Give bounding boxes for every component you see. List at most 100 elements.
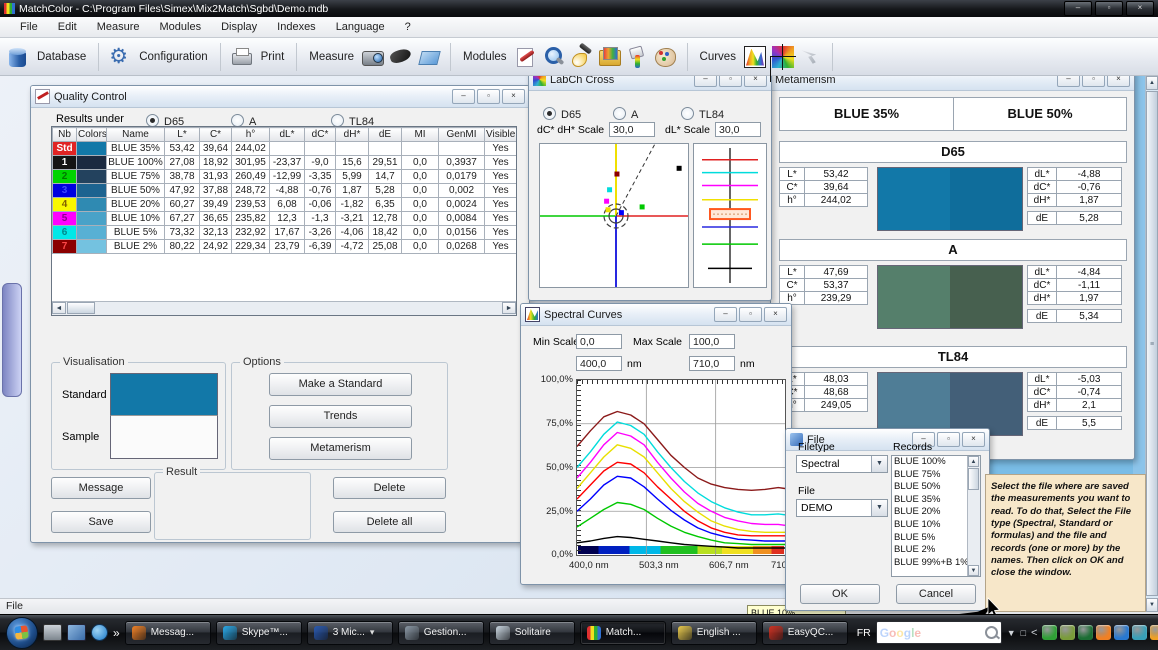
- calibration-panel-icon[interactable]: [417, 45, 441, 69]
- row-number[interactable]: 6: [53, 226, 77, 240]
- search-icon[interactable]: [542, 45, 566, 69]
- menu-file[interactable]: File: [10, 19, 48, 35]
- column-header[interactable]: Name: [107, 128, 165, 142]
- database-button[interactable]: Database: [37, 51, 86, 63]
- column-header[interactable]: h°: [232, 128, 270, 142]
- close-button[interactable]: ×: [502, 89, 525, 104]
- menu-modules[interactable]: Modules: [150, 19, 212, 35]
- radio-d65[interactable]: D65: [543, 105, 581, 123]
- side-panel-handle[interactable]: [2, 283, 22, 397]
- cursor-arrow-icon[interactable]: [799, 45, 823, 69]
- scroll-left-button[interactable]: ◄: [52, 302, 66, 314]
- menu-display[interactable]: Display: [211, 19, 267, 35]
- palette-icon[interactable]: [654, 45, 678, 69]
- menu-language[interactable]: Language: [326, 19, 395, 35]
- tray-shield-icon[interactable]: [1150, 625, 1158, 640]
- column-header[interactable]: C*: [200, 128, 232, 142]
- taskbar-button-skype[interactable]: Skype™...: [216, 621, 302, 645]
- labch-plot[interactable]: [539, 143, 689, 288]
- table-h-scrollbar[interactable]: ◄ ►: [52, 301, 516, 315]
- column-header[interactable]: Visible: [485, 128, 517, 142]
- tray-sync-icon[interactable]: [1132, 625, 1147, 640]
- row-number[interactable]: 4: [53, 198, 77, 212]
- row-number[interactable]: 1: [53, 156, 77, 170]
- configuration-button[interactable]: Configuration: [139, 51, 207, 63]
- deskbar-window-icon[interactable]: □: [1021, 628, 1026, 638]
- language-indicator[interactable]: FR: [857, 627, 871, 639]
- table-row[interactable]: 7BLUE 2%80,2224,92229,3423,79-6,39-4,722…: [53, 240, 517, 254]
- spectral-plot[interactable]: BLUE 10% x=650,0 nm y=18%: [576, 379, 786, 556]
- chevron-down-icon[interactable]: ▼: [871, 456, 887, 472]
- tray-globe-icon[interactable]: [1078, 625, 1093, 640]
- scrollbar-thumb[interactable]: ≡: [1146, 91, 1158, 596]
- row-number[interactable]: 7: [53, 240, 77, 254]
- taskbar-button-messag[interactable]: Messag...: [125, 621, 211, 645]
- scrollbar-thumb[interactable]: [67, 302, 95, 314]
- file-select[interactable]: DEMO ▼: [796, 499, 888, 517]
- from-nm-input[interactable]: 400,0: [576, 356, 622, 371]
- tray-browser-icon[interactable]: [1114, 625, 1129, 640]
- menu-measure[interactable]: Measure: [87, 19, 150, 35]
- scroll-down-button[interactable]: ▼: [1146, 598, 1158, 612]
- mdi-vertical-scrollbar[interactable]: ▲ ≡ ▼: [1145, 76, 1158, 612]
- row-number[interactable]: Std: [53, 142, 77, 156]
- column-header[interactable]: Colors: [77, 128, 107, 142]
- taskbar-button-solitaire[interactable]: Solitaire: [489, 621, 575, 645]
- paint-pour-icon[interactable]: [626, 45, 650, 69]
- tray-leaf-icon[interactable]: [1060, 625, 1075, 640]
- table-row[interactable]: 4BLUE 20%60,2739,49239,536,08-0,06-1,826…: [53, 198, 517, 212]
- tray-grid-icon[interactable]: [1042, 625, 1057, 640]
- scroll-right-button[interactable]: ►: [502, 302, 516, 314]
- dl-scale-input[interactable]: 30,0: [715, 122, 761, 137]
- taskbar-button-easyqc[interactable]: EasyQC...: [762, 621, 848, 645]
- column-header[interactable]: dL*: [270, 128, 305, 142]
- row-number[interactable]: 3: [53, 184, 77, 198]
- row-number[interactable]: 5: [53, 212, 77, 226]
- table-row[interactable]: 1BLUE 100%27,0818,92301,95-23,37-9,015,6…: [53, 156, 517, 170]
- show-desktop-icon[interactable]: [43, 624, 62, 641]
- trends-button[interactable]: Trends: [269, 405, 412, 428]
- scroll-up-button[interactable]: ▲: [968, 456, 979, 467]
- gear-icon[interactable]: [108, 45, 132, 69]
- scrollbar-thumb[interactable]: [968, 468, 979, 490]
- ok-button[interactable]: OK: [800, 584, 880, 604]
- row-number[interactable]: 2: [53, 170, 77, 184]
- google-search-box[interactable]: Google: [876, 621, 1002, 644]
- menu-edit[interactable]: Edit: [48, 19, 87, 35]
- min-scale-input[interactable]: 0,0: [576, 334, 622, 349]
- make-standard-button[interactable]: Make a Standard: [269, 373, 412, 396]
- report-pen-icon[interactable]: [514, 45, 538, 69]
- paintbrush-icon[interactable]: [570, 45, 594, 69]
- list-scrollbar[interactable]: ▲ ▼: [967, 456, 980, 576]
- window-switcher-icon[interactable]: [67, 624, 86, 641]
- close-button[interactable]: ×: [962, 432, 985, 447]
- message-button[interactable]: Message: [51, 477, 151, 499]
- chevron-down-icon[interactable]: ▼: [871, 500, 887, 516]
- column-header[interactable]: Nb: [53, 128, 77, 142]
- taskbar-button-3-mic[interactable]: 3 Mic...▾: [307, 621, 393, 645]
- minimize-button[interactable]: –: [714, 307, 737, 322]
- cancel-button[interactable]: Cancel: [896, 584, 976, 604]
- dl-scale-plot[interactable]: [693, 143, 767, 288]
- taskbar-button-english[interactable]: English ...: [671, 621, 757, 645]
- column-header[interactable]: GenMI: [439, 128, 485, 142]
- window-title-bar[interactable]: Spectral Curves – ▫ ×: [521, 304, 791, 326]
- column-header[interactable]: dE: [369, 128, 402, 142]
- dch-scale-input[interactable]: 30,0: [609, 122, 655, 137]
- records-list[interactable]: BLUE 100%BLUE 75%BLUE 50%BLUE 35%BLUE 20…: [891, 455, 981, 577]
- window-title-bar[interactable]: Quality Control – ▫ ×: [31, 86, 529, 108]
- quick-launch-chevron[interactable]: »: [113, 626, 120, 640]
- restore-button[interactable]: ▫: [1095, 1, 1123, 16]
- menu-help[interactable]: ?: [395, 19, 421, 35]
- app-title-bar[interactable]: MatchColor - C:\Program Files\Simex\Mix2…: [0, 0, 1158, 17]
- minimize-button[interactable]: –: [452, 89, 475, 104]
- scroll-up-button[interactable]: ▲: [1146, 76, 1158, 90]
- column-header[interactable]: dH*: [336, 128, 369, 142]
- menu-indexes[interactable]: Indexes: [267, 19, 326, 35]
- restore-button[interactable]: ▫: [739, 307, 762, 322]
- radio-a[interactable]: A: [613, 105, 638, 123]
- scroll-down-button[interactable]: ▼: [968, 565, 979, 576]
- metamerism-button[interactable]: Metamerism: [269, 437, 412, 460]
- color-folder-icon[interactable]: [598, 45, 622, 69]
- color-cross-icon[interactable]: [771, 45, 795, 69]
